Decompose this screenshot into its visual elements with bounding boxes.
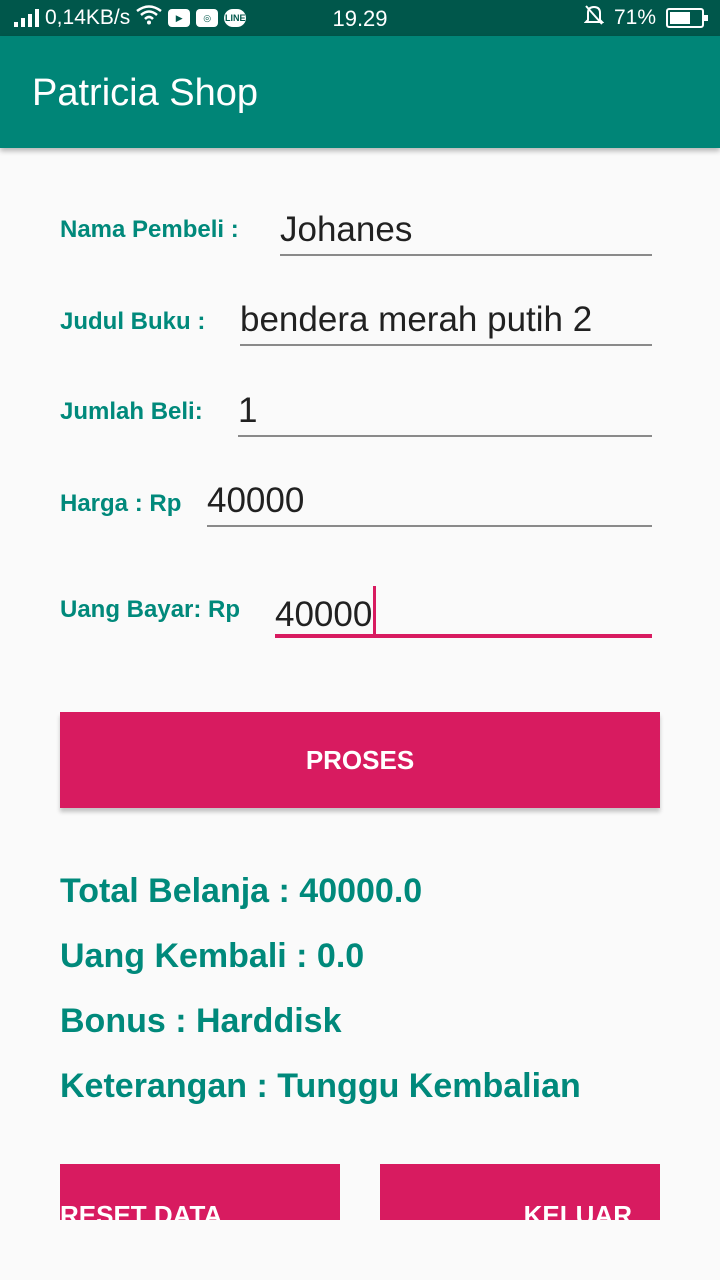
jumlah-beli-label: Jumlah Beli:	[60, 398, 203, 425]
app-title: Patricia Shop	[32, 72, 259, 114]
uang-bayar-value: 40000	[275, 595, 373, 634]
keluar-button-container: KELUAR	[380, 1164, 660, 1220]
battery-icon	[666, 8, 708, 28]
uang-kembali-text: Uang Kembali : 0.0	[60, 937, 365, 975]
bonus-text: Bonus : Harddisk	[60, 1002, 342, 1040]
status-right: 71%	[583, 4, 708, 32]
judul-buku-input[interactable]: bendera merah putih 2	[240, 298, 652, 346]
nama-pembeli-label: Nama Pembeli :	[60, 216, 239, 243]
text-cursor	[373, 586, 377, 634]
harga-label: Harga : Rp	[60, 490, 182, 517]
proses-button[interactable]: PROSES	[60, 712, 660, 808]
harga-input[interactable]: 40000	[207, 479, 652, 527]
reset-button-container: RESET DATA	[60, 1164, 340, 1220]
nama-pembeli-input[interactable]: Johanes	[280, 208, 652, 256]
keluar-button[interactable]: KELUAR	[380, 1164, 660, 1220]
uang-bayar-label: Uang Bayar: Rp	[60, 596, 241, 623]
total-belanja-text: Total Belanja : 40000.0	[60, 872, 423, 910]
battery-percent: 71%	[613, 6, 656, 29]
judul-buku-label: Judul Buku :	[60, 308, 206, 335]
uang-bayar-input[interactable]: 40000	[275, 586, 652, 638]
keterangan-text: Keterangan : Tunggu Kembalian	[60, 1067, 581, 1105]
reset-data-button[interactable]: RESET DATA	[60, 1164, 340, 1220]
app-bar: Patricia Shop	[0, 36, 720, 148]
silent-icon	[583, 4, 605, 32]
status-bar: 0,14KB/s ▶ ◎ LINE 19.29 71%	[0, 0, 720, 36]
jumlah-beli-input[interactable]: 1	[238, 389, 652, 437]
